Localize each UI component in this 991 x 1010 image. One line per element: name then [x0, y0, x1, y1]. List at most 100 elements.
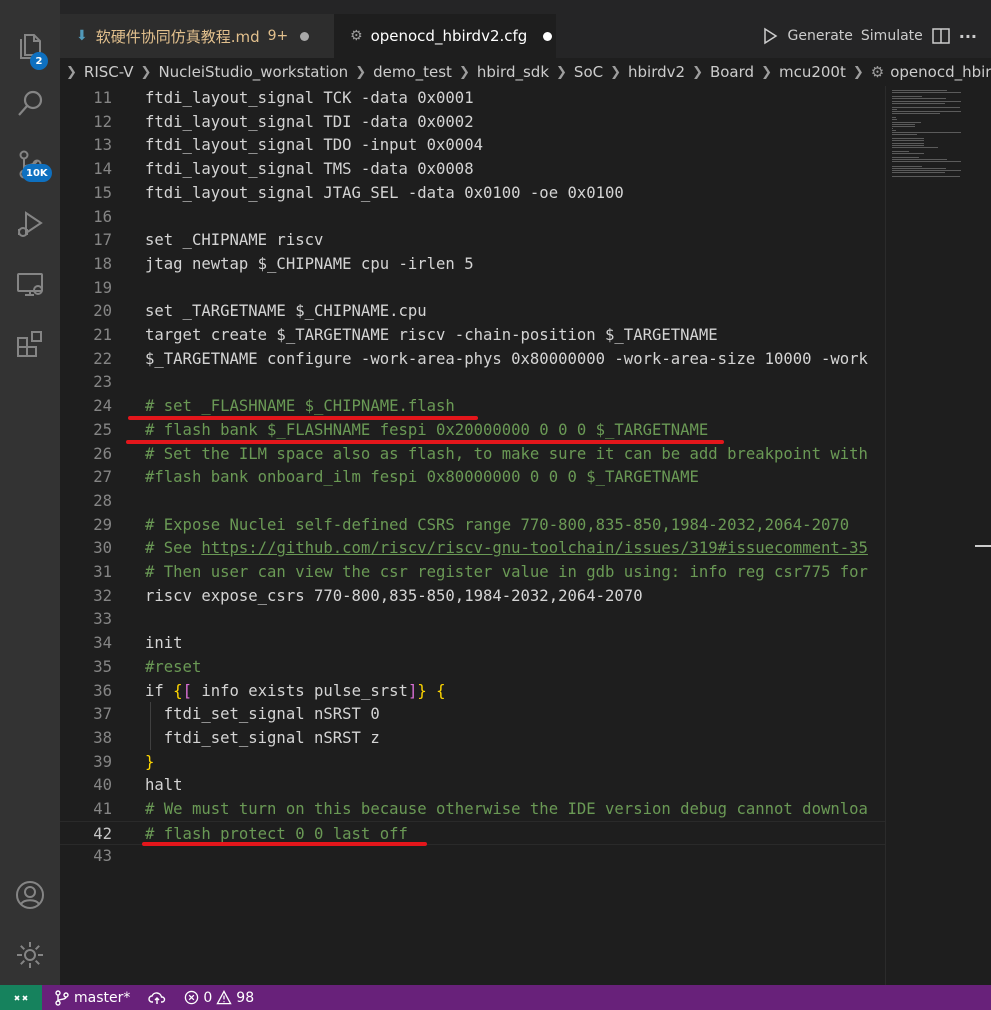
run-debug-button[interactable] — [0, 194, 60, 254]
minimap-line — [892, 146, 938, 148]
comment-link[interactable]: https://github.com/riscv/riscv-gnu-toolc… — [201, 539, 868, 557]
code-line[interactable]: 32 riscv expose_csrs 770-800,835-850,1984… — [60, 584, 885, 608]
code-line[interactable]: 29 # Expose Nuclei self-defined CSRS rang… — [60, 513, 885, 537]
line-code: # Set the ILM space also as flash, to ma… — [145, 444, 868, 463]
tab-cfg[interactable]: ⚙ openocd_hbirdv2.cfg — [334, 14, 556, 58]
breadcrumb-chevron-icon: ❯ — [140, 64, 152, 80]
line-code: #flash bank onboard_ilm fespi 0x80000000… — [145, 468, 699, 487]
scrollbar-thumb[interactable] — [975, 545, 991, 547]
unsaved-dot-icon[interactable] — [300, 31, 310, 41]
minimap-line — [892, 144, 924, 146]
code-line[interactable]: 42 # flash protect 0 0 last off — [60, 820, 885, 845]
code-line[interactable]: 11 ftdi_layout_signal TCK -data 0x0001 — [60, 86, 885, 110]
line-code: riscv expose_csrs 770-800,835-850,1984-2… — [145, 586, 643, 605]
simulate-button[interactable]: Simulate — [861, 28, 923, 44]
code-line[interactable]: 28 — [60, 489, 885, 513]
code-line[interactable]: 21 target create $_TARGETNAME riscv -chai… — [60, 323, 885, 347]
code-line[interactable]: 30 # See https://github.com/riscv/riscv-g… — [60, 536, 885, 560]
problems-indicator[interactable]: 0 98 — [184, 990, 254, 1006]
more-actions-button[interactable]: ··· — [959, 27, 977, 46]
sync-button[interactable] — [148, 990, 166, 1006]
line-number: 31 — [93, 563, 112, 581]
breadcrumb-item[interactable]: hbird_sdk — [477, 63, 549, 81]
code-line[interactable]: 26 # Set the ILM space also as flash, to … — [60, 442, 885, 466]
code-line[interactable]: 36 if {[ info exists pulse_srst]} { — [60, 679, 885, 703]
explorer-button[interactable]: 2 — [0, 14, 60, 74]
warning-count: 98 — [236, 989, 255, 1006]
code-line[interactable]: 19 — [60, 276, 885, 300]
line-number: 37 — [93, 705, 112, 724]
line-number: 15 — [93, 183, 112, 202]
minimap-line — [892, 176, 960, 178]
accounts-button[interactable] — [0, 865, 60, 925]
code-line[interactable]: 24 # set _FLASHNAME $_CHIPNAME.flash — [60, 394, 885, 418]
code-line[interactable]: 22 $_TARGETNAME configure -work-area-phys… — [60, 347, 885, 371]
remote-indicator[interactable] — [0, 985, 42, 1010]
code-line[interactable]: 39} — [60, 750, 885, 774]
line-code: ftdi_set_signal nSRST z — [145, 728, 380, 747]
red-annotation-underline — [142, 842, 427, 847]
line-number: 38 — [93, 728, 112, 747]
line-code: jtag newtap $_CHIPNAME cpu -irlen 5 — [145, 254, 474, 273]
error-count: 0 — [203, 989, 213, 1006]
code-line[interactable]: 38 ftdi_set_signal nSRST z — [60, 726, 885, 750]
settings-file-icon: ⚙ — [870, 63, 885, 81]
code-line[interactable]: 16 — [60, 205, 885, 229]
settings-file-icon: ⚙ — [350, 28, 363, 44]
breadcrumb-item[interactable]: RISC-V — [84, 63, 134, 81]
code-line[interactable]: 43 — [60, 844, 885, 868]
warning-icon — [216, 990, 232, 1005]
minimap-line — [892, 127, 893, 129]
code-line[interactable]: 18 jtag newtap $_CHIPNAME cpu -irlen 5 — [60, 252, 885, 276]
minimap[interactable] — [885, 86, 991, 985]
line-code: set _CHIPNAME riscv — [145, 231, 324, 250]
code-line[interactable]: 17 set _CHIPNAME riscv — [60, 228, 885, 252]
minimap-line — [892, 113, 940, 115]
extensions-button[interactable] — [0, 314, 60, 374]
unsaved-dot-icon[interactable] — [543, 31, 553, 41]
line-code: ftdi_layout_signal JTAG_SEL -data 0x0100… — [145, 183, 624, 202]
code-line[interactable]: 12 ftdi_layout_signal TDI -data 0x0002 — [60, 110, 885, 134]
editor-actions: Generate Simulate ··· — [760, 14, 977, 58]
generate-button[interactable]: Generate — [788, 28, 853, 44]
tab-label: 软硬件协同仿真教程.md — [95, 27, 260, 46]
breadcrumb-item[interactable]: Board — [710, 63, 754, 81]
code-line[interactable]: 13 ftdi_layout_signal TDO -input 0x0004 — [60, 133, 885, 157]
code-line[interactable]: 35 #reset — [60, 655, 885, 679]
extensions-icon — [17, 331, 42, 357]
branch-indicator[interactable]: master* — [54, 990, 130, 1006]
code-line[interactable]: 33 — [60, 607, 885, 631]
line-code: # flash bank $_FLASHNAME fespi 0x2000000… — [145, 420, 709, 439]
code-line[interactable]: 40 halt — [60, 773, 885, 797]
code-line[interactable]: 34 init — [60, 631, 885, 655]
code-line[interactable]: 25 # flash bank $_FLASHNAME fespi 0x20000… — [60, 418, 885, 442]
code-line[interactable]: 23 — [60, 370, 885, 394]
play-icon — [763, 27, 777, 45]
code-line[interactable]: 27 #flash bank onboard_ilm fespi 0x800000… — [60, 465, 885, 489]
code-line[interactable]: 37 ftdi_set_signal nSRST 0 — [60, 702, 885, 726]
code-line[interactable]: 15 ftdi_layout_signal JTAG_SEL -data 0x01… — [60, 181, 885, 205]
split-editor-button[interactable] — [931, 26, 951, 46]
breadcrumb-item[interactable]: demo_test — [373, 63, 452, 81]
line-code: # See https://github.com/riscv/riscv-gnu… — [145, 536, 868, 560]
breadcrumb-item[interactable]: hbirdv2 — [628, 63, 685, 81]
run-button[interactable] — [760, 26, 780, 46]
breadcrumb-item[interactable]: mcu200t — [779, 63, 846, 81]
code-line[interactable]: 41 # We must turn on this because otherwi… — [60, 797, 885, 821]
code-editor[interactable]: 11 ftdi_layout_signal TCK -data 0x0001 12 f… — [60, 86, 885, 985]
code-line[interactable]: 14 ftdi_layout_signal TMS -data 0x0008 — [60, 157, 885, 181]
search-button[interactable] — [0, 74, 60, 134]
tab-markdown[interactable]: ⬇ 软硬件协同仿真教程.md 9+ — [60, 14, 334, 58]
breadcrumb-item[interactable]: openocd_hbirdv2.cfg — [890, 63, 991, 81]
remote-explorer-button[interactable] — [0, 254, 60, 314]
code-line[interactable]: 20 set _TARGETNAME $_CHIPNAME.cpu — [60, 299, 885, 323]
line-number: 40 — [93, 776, 112, 795]
breadcrumb-item[interactable]: NucleiStudio_workstation — [158, 63, 348, 81]
source-control-button[interactable]: 10K — [0, 134, 60, 194]
git-branch-icon — [55, 989, 69, 1006]
breadcrumb-item[interactable]: SoC — [574, 63, 603, 81]
manage-button[interactable] — [0, 925, 60, 985]
line-number: 23 — [93, 373, 112, 392]
gear-icon — [17, 942, 43, 968]
code-line[interactable]: 31 # Then user can view the csr register … — [60, 560, 885, 584]
